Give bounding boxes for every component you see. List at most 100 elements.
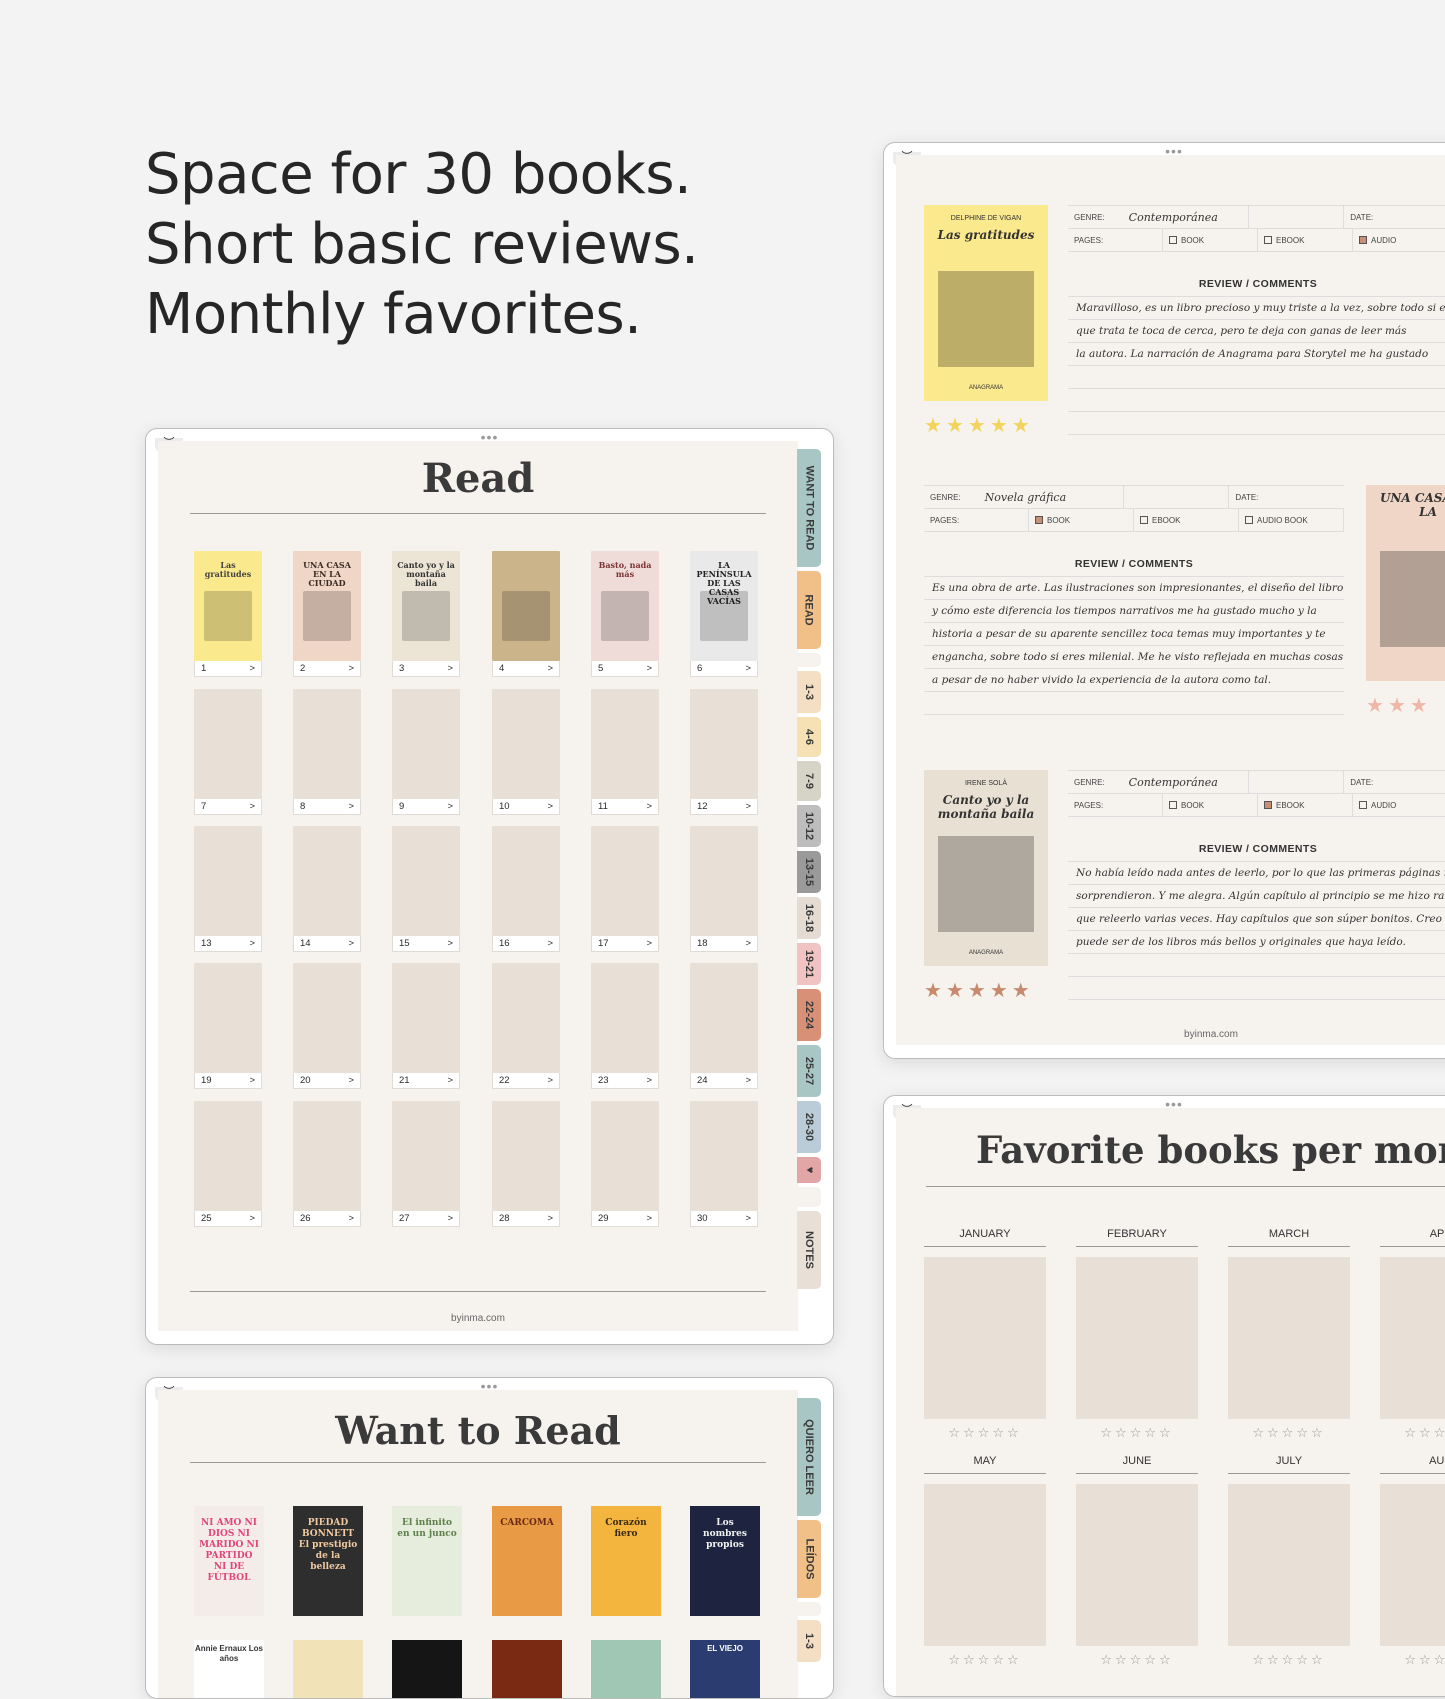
date-field[interactable]: DATE: [1344,206,1445,228]
month-cover-placeholder[interactable] [1076,1257,1198,1419]
chevron-right-icon[interactable]: > [745,938,751,949]
chevron-right-icon[interactable]: > [447,1213,453,1224]
book-cover[interactable]: CARCOMA [492,1506,562,1616]
star-icon[interactable]: ★ [1012,415,1030,437]
read-tab-8[interactable]: 16-18 [797,897,821,939]
star-icon[interactable]: ★ [990,980,1008,1002]
pages-field[interactable]: PAGES: [924,509,1029,531]
checkbox-icon[interactable] [1140,516,1148,524]
read-tab-3[interactable]: 1-3 [797,671,821,713]
read-tab-14[interactable] [797,1187,821,1207]
star-icon[interactable]: ★ [968,415,986,437]
book-cover[interactable]: EL VIEJO [690,1640,760,1698]
star-icon[interactable]: ★ [990,415,1008,437]
read-tab-13[interactable]: ♥ [797,1157,821,1183]
book-slot[interactable]: Canto yo y la montaña baila 3 > [392,551,460,677]
review-lines[interactable]: No había leído nada antes de leerlo, por… [1068,861,1445,1000]
month-rating-stars[interactable]: ☆☆☆☆☆ [924,1652,1046,1668]
chevron-right-icon[interactable]: > [646,938,652,949]
chevron-right-icon[interactable]: > [249,938,255,949]
chevron-right-icon[interactable]: > [249,801,255,812]
chevron-right-icon[interactable]: > [646,1213,652,1224]
chevron-right-icon[interactable]: > [447,938,453,949]
book-slot[interactable]: 12 > [690,689,758,815]
month-slot[interactable]: JANUARY ☆☆☆☆☆ [924,1228,1046,1441]
star-icon[interactable]: ★ [924,980,942,1002]
month-slot[interactable]: JULY ☆☆☆☆☆ [1228,1455,1350,1668]
book-slot[interactable]: 4 > [492,551,560,677]
star-icon[interactable]: ★ [1366,695,1384,717]
book-slot[interactable]: 19 > [194,963,262,1089]
read-tab-6[interactable]: 10-12 [797,805,821,847]
star-icon[interactable]: ★ [1012,980,1030,1002]
book-cover[interactable]: DELPHINE DE VIGAN Las gratitudes ANAGRAMA [924,205,1048,401]
book-slot[interactable]: 9 > [392,689,460,815]
chevron-right-icon[interactable]: > [348,938,354,949]
audio-checkbox[interactable]: AUDIO [1353,229,1445,251]
book-slot[interactable]: 10 > [492,689,560,815]
read-tab-12[interactable]: 28-30 [797,1101,821,1153]
book-cover[interactable]: Los nombres propios [690,1506,760,1616]
month-slot[interactable]: APR ☆☆☆☆☆ [1380,1228,1445,1441]
ebook-checkbox[interactable]: EBOOK [1258,794,1353,816]
month-rating-stars[interactable]: ☆☆☆☆☆ [1380,1425,1445,1441]
read-tab-4[interactable]: 4-6 [797,717,821,757]
want-tab-0[interactable]: QUIERO LEER [797,1398,821,1516]
book-slot[interactable]: 21 > [392,963,460,1089]
book-slot[interactable]: 14 > [293,826,361,952]
book-slot[interactable]: 11 > [591,689,659,815]
book-slot[interactable]: 18 > [690,826,758,952]
checkbox-icon[interactable] [1359,236,1367,244]
review-lines[interactable]: Es una obra de arte. Las ilustraciones s… [924,576,1344,715]
want-tab-1[interactable]: LEÍDOS [797,1520,821,1598]
book-slot[interactable]: UNA CASA EN LA CIUDAD 2 > [293,551,361,677]
book-cover[interactable]: UNA CASA EN LA [1366,485,1445,681]
chevron-right-icon[interactable]: > [547,663,553,674]
book-slot[interactable]: 28 > [492,1101,560,1227]
date-field[interactable]: DATE: [1229,486,1344,508]
rating-stars[interactable]: ★ ★ ★ [1366,693,1432,718]
pages-field[interactable]: PAGES: [1068,229,1163,251]
month-cover-placeholder[interactable] [1076,1484,1198,1646]
genre-field[interactable]: GENRE: Novela gráfica [924,486,1125,508]
chevron-right-icon[interactable]: > [646,1075,652,1086]
book-slot[interactable]: 30 > [690,1101,758,1227]
month-cover-placeholder[interactable] [924,1257,1046,1419]
book-cover[interactable] [591,1640,661,1698]
book-cover[interactable] [293,1640,363,1698]
book-slot[interactable]: 24 > [690,963,758,1089]
read-tab-2[interactable] [797,653,821,667]
book-slot[interactable]: 17 > [591,826,659,952]
book-slot[interactable]: 26 > [293,1101,361,1227]
read-tab-11[interactable]: 25-27 [797,1045,821,1097]
month-cover-placeholder[interactable] [1228,1484,1350,1646]
footer-link[interactable]: byinma.com [896,1029,1445,1040]
book-cover[interactable] [392,1640,462,1698]
book-slot[interactable]: Basto, nada más 5 > [591,551,659,677]
book-slot[interactable]: 27 > [392,1101,460,1227]
month-slot[interactable]: MAY ☆☆☆☆☆ [924,1455,1046,1668]
read-tab-7[interactable]: 13-15 [797,851,821,893]
month-slot[interactable]: AUG ☆☆☆☆☆ [1380,1455,1445,1668]
book-slot[interactable]: 25 > [194,1101,262,1227]
book-cover[interactable]: Corazón fiero [591,1506,661,1616]
book-cover[interactable] [492,1640,562,1698]
read-tab-10[interactable]: 22-24 [797,989,821,1041]
month-rating-stars[interactable]: ☆☆☆☆☆ [1228,1425,1350,1441]
month-slot[interactable]: JUNE ☆☆☆☆☆ [1076,1455,1198,1668]
book-checkbox[interactable]: BOOK [1029,509,1134,531]
book-cover[interactable]: IRENE SOLÀ Canto yo y la montaña baila ANA… [924,770,1048,966]
chevron-right-icon[interactable]: > [646,663,652,674]
book-slot[interactable]: 20 > [293,963,361,1089]
chevron-right-icon[interactable]: > [646,801,652,812]
checkbox-icon[interactable] [1264,801,1272,809]
chevron-right-icon[interactable]: > [348,1075,354,1086]
genre-field[interactable]: GENRE: Contemporánea [1068,771,1249,793]
book-slot[interactable]: LA PENÍNSULA DE LAS CASAS VACÍAS 6 > [690,551,758,677]
ebook-checkbox[interactable]: EBOOK [1258,229,1353,251]
month-cover-placeholder[interactable] [1380,1257,1445,1419]
rating-stars[interactable]: ★ ★ ★ ★ ★ [924,413,1034,438]
chevron-right-icon[interactable]: > [547,1213,553,1224]
checkbox-icon[interactable] [1264,236,1272,244]
month-slot[interactable]: FEBRUARY ☆☆☆☆☆ [1076,1228,1198,1441]
